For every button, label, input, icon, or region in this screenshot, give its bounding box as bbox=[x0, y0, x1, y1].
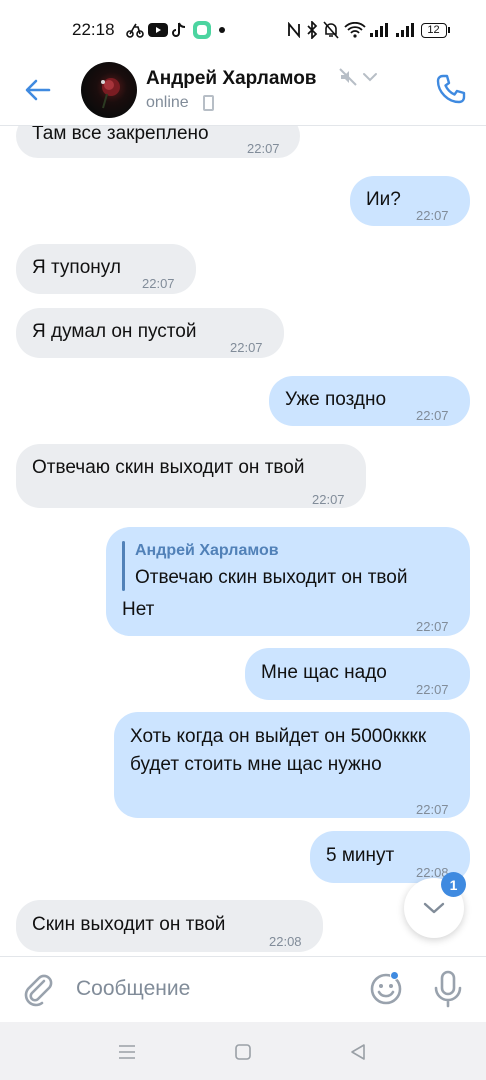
contact-status: online bbox=[146, 94, 189, 111]
message-text: Нет bbox=[122, 599, 155, 620]
back-button[interactable] bbox=[20, 72, 56, 108]
dot-icon bbox=[218, 20, 226, 40]
signal-icon bbox=[368, 20, 388, 40]
message-bubble-outgoing[interactable]: Ии? 22:07 bbox=[350, 176, 470, 226]
wifi-icon bbox=[344, 20, 366, 40]
app-icon bbox=[192, 20, 212, 40]
chevron-down-icon bbox=[423, 902, 445, 914]
message-time: 22:07 bbox=[247, 141, 280, 156]
message-bubble-incoming[interactable]: Отвечаю скин выходит он твой 22:07 bbox=[16, 444, 366, 508]
call-button[interactable] bbox=[432, 70, 470, 108]
message-text: Там все закреплено bbox=[32, 126, 209, 144]
mobile-online-icon bbox=[203, 95, 214, 111]
microphone-icon[interactable] bbox=[430, 969, 466, 1009]
tiktok-icon bbox=[172, 20, 186, 40]
message-text: Скин выходит он твой bbox=[32, 914, 226, 935]
reply-author[interactable]: Андрей Харламов bbox=[135, 541, 279, 561]
back-nav-button[interactable] bbox=[344, 1038, 372, 1066]
message-time: 22:07 bbox=[416, 619, 449, 634]
paperclip-icon[interactable] bbox=[20, 971, 56, 1007]
battery-icon: 12 bbox=[420, 20, 450, 40]
message-composer bbox=[0, 956, 486, 1022]
battery-level: 12 bbox=[420, 22, 447, 38]
message-list[interactable]: Там все закреплено 22:07 Ии? 22:07 Я туп… bbox=[0, 126, 486, 956]
status-time: 22:18 bbox=[72, 20, 115, 39]
menu-icon bbox=[119, 1045, 135, 1059]
avatar[interactable] bbox=[81, 62, 137, 118]
message-text: Ии? bbox=[366, 189, 401, 210]
rose-image bbox=[101, 78, 120, 109]
chevron-down-icon[interactable] bbox=[362, 71, 378, 83]
nfc-icon bbox=[287, 20, 301, 40]
message-time: 22:07 bbox=[312, 492, 345, 507]
message-text: 5 минут bbox=[326, 845, 395, 866]
phone-icon bbox=[436, 74, 466, 104]
square-icon bbox=[235, 1044, 251, 1060]
home-button[interactable] bbox=[229, 1038, 257, 1066]
message-text: Мне щас надо bbox=[261, 662, 387, 683]
message-bubble-outgoing[interactable]: Мне щас надо 22:07 bbox=[245, 648, 470, 700]
unread-count-badge: 1 bbox=[441, 872, 466, 897]
message-text: Я тупонул bbox=[32, 257, 121, 278]
mute-icon bbox=[339, 68, 357, 86]
message-bubble-incoming[interactable]: Скин выходит он твой 22:08 bbox=[16, 900, 323, 952]
contact-name[interactable]: Андрей Харламов bbox=[146, 68, 317, 90]
new-stickers-dot bbox=[390, 971, 399, 980]
message-input[interactable] bbox=[76, 971, 346, 1007]
message-time: 22:07 bbox=[142, 276, 175, 291]
mute-bell-icon bbox=[323, 20, 339, 40]
signal-icon bbox=[394, 20, 414, 40]
message-bubble-incoming[interactable]: Я тупонул 22:07 bbox=[16, 244, 196, 294]
bike-icon bbox=[126, 20, 144, 40]
chat-header: Андрей Харламов online bbox=[0, 60, 486, 126]
message-text: Уже поздно bbox=[285, 389, 387, 410]
reply-quote-bar bbox=[122, 541, 125, 591]
message-time: 22:07 bbox=[416, 408, 449, 423]
menu-button[interactable] bbox=[113, 1038, 141, 1066]
message-time: 22:07 bbox=[416, 208, 449, 223]
reply-text[interactable]: Отвечаю скин выходит он твой bbox=[135, 565, 407, 591]
arrow-left-icon bbox=[25, 79, 51, 101]
message-time: 22:07 bbox=[230, 340, 263, 355]
message-bubble-incoming[interactable]: Я думал он пустой 22:07 bbox=[16, 308, 284, 358]
message-bubble-outgoing[interactable]: Хоть когда он выйдет он 5000кккк будет с… bbox=[114, 712, 470, 818]
system-navigation-bar bbox=[0, 1022, 486, 1080]
bluetooth-icon bbox=[306, 20, 318, 40]
message-text: Я думал он пустой bbox=[32, 321, 197, 342]
triangle-back-icon bbox=[351, 1044, 365, 1060]
status-bar: 22:18 12 bbox=[0, 0, 486, 60]
message-time: 22:08 bbox=[269, 934, 302, 949]
youtube-icon bbox=[148, 20, 168, 40]
message-text: Хоть когда он выйдет он 5000кккк будет с… bbox=[130, 726, 427, 775]
message-time: 22:07 bbox=[416, 802, 449, 817]
message-text: Отвечаю скин выходит он твой bbox=[32, 457, 305, 478]
message-bubble-outgoing-reply[interactable]: Андрей Харламов Отвечаю скин выходит он … bbox=[106, 527, 470, 636]
message-bubble-outgoing[interactable]: Уже поздно 22:07 bbox=[269, 376, 470, 426]
message-bubble-incoming[interactable]: Там все закреплено 22:07 bbox=[16, 126, 300, 158]
message-time: 22:07 bbox=[416, 682, 449, 697]
